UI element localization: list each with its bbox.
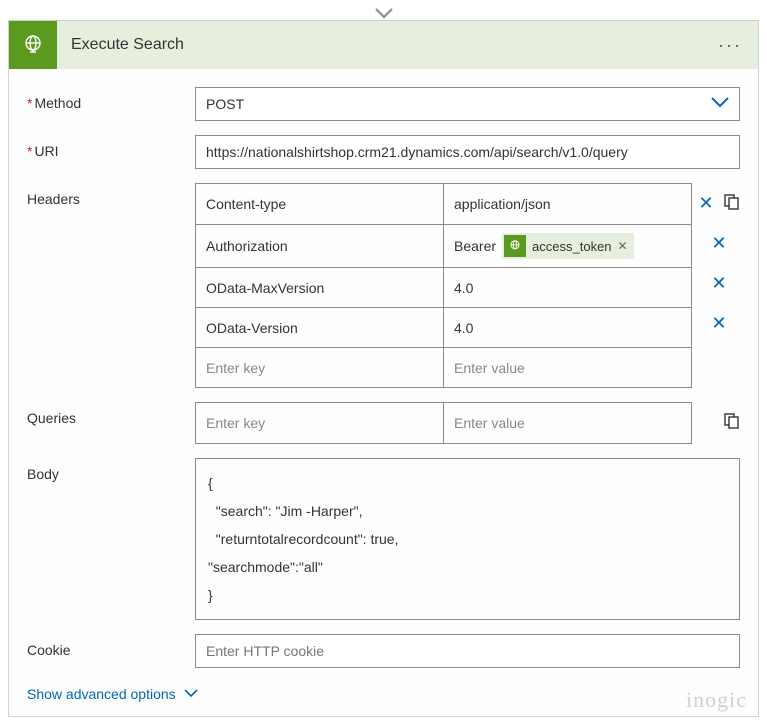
headers-label: Headers [27,183,195,388]
header-value-prefix: Bearer [454,238,496,254]
header-key-input[interactable]: Enter key [196,348,443,387]
dynamic-token[interactable]: access_token ✕ [502,233,634,259]
http-connector-icon [504,235,526,257]
queries-table: Enter key Enter value [195,402,692,444]
method-select[interactable]: POST [195,87,740,121]
header-value-input[interactable]: Enter value [443,348,691,387]
bulk-edit-button[interactable] [724,413,740,432]
query-value-input[interactable]: Enter value [443,403,691,443]
header-value[interactable]: application/json [443,184,691,224]
chevron-down-icon [184,686,198,702]
header-row: Authorization Bearer [196,224,691,267]
queries-side-actions [692,402,740,442]
chevron-down-icon [711,96,729,112]
cookie-label: Cookie [27,634,195,668]
http-connector-icon [9,21,57,69]
header-value[interactable]: 4.0 [443,308,691,347]
headers-table: Content-type application/json Authorizat… [195,183,692,388]
uri-input[interactable] [195,135,740,169]
header-row: OData-Version 4.0 [196,307,691,347]
delete-header-button[interactable]: ✕ [711,234,726,252]
delete-header-button[interactable]: ✕ [711,314,726,332]
header-key[interactable]: Authorization [196,225,443,267]
body-label: Body [27,458,195,620]
advanced-label: Show advanced options [27,686,176,702]
method-value: POST [206,96,244,112]
cookie-input[interactable] [195,634,740,668]
header-row-empty: Enter key Enter value [196,347,691,387]
header-key[interactable]: OData-Version [196,308,443,347]
header-value[interactable]: Bearer access_token [443,225,691,267]
query-row-empty: Enter key Enter value [196,403,691,443]
token-label: access_token [532,239,612,254]
delete-header-button[interactable]: ✕ [698,194,713,212]
delete-header-button[interactable]: ✕ [711,274,726,292]
header-value[interactable]: 4.0 [443,268,691,307]
headers-side-actions: ✕ ✕ ✕ ✕ [692,183,740,383]
header-row: Content-type application/json [196,184,691,224]
body-input[interactable]: { "search": "Jim -Harper", "returntotalr… [195,458,740,620]
card-title[interactable]: Execute Search [57,36,702,54]
card-menu-button[interactable]: ··· [702,35,758,56]
token-remove-icon[interactable]: ✕ [618,239,628,253]
action-card: Execute Search ··· Method POST URI Heade… [8,20,759,717]
header-key[interactable]: OData-MaxVersion [196,268,443,307]
header-key[interactable]: Content-type [196,184,443,224]
query-key-input[interactable]: Enter key [196,403,443,443]
method-label: Method [27,87,195,121]
show-advanced-link[interactable]: Show advanced options [27,686,198,702]
card-header[interactable]: Execute Search ··· [9,21,758,69]
uri-label: URI [27,135,195,169]
queries-label: Queries [27,402,195,444]
header-row: OData-MaxVersion 4.0 [196,267,691,307]
bulk-edit-button[interactable] [724,194,740,213]
